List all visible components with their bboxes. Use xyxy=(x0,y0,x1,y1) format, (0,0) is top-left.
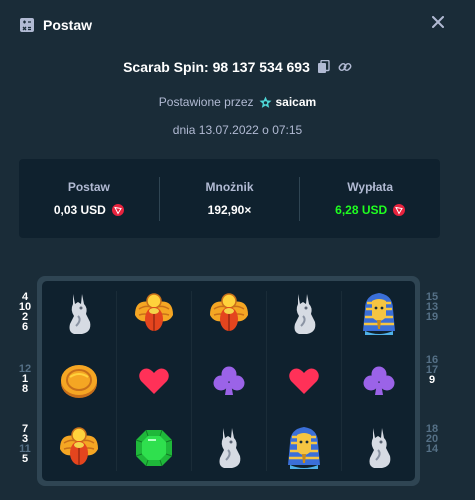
payline-number: 14 xyxy=(425,443,439,455)
club-icon xyxy=(213,366,245,395)
symbol-cell xyxy=(49,355,109,407)
payline-number: 9 xyxy=(428,374,436,386)
anubis-icon xyxy=(369,428,391,468)
anubis-icon xyxy=(219,428,241,468)
symbol-cell xyxy=(49,422,109,474)
payline-number: 8 xyxy=(21,383,29,395)
symbol-cell xyxy=(199,288,259,340)
symbol-cell xyxy=(124,422,184,474)
stat-multiplier: Mnożnik 192,90× xyxy=(160,159,300,238)
stat-payout: Wypłata 6,28 USD xyxy=(300,159,440,238)
bet-id-row: Scarab Spin: 98 137 534 693 xyxy=(0,57,475,77)
modal-title: Postaw xyxy=(43,17,93,33)
reel-grid xyxy=(42,281,415,481)
payline-number: 6 xyxy=(21,321,29,333)
bet-id: Scarab Spin: 98 137 534 693 xyxy=(123,59,310,75)
gold-coin-icon xyxy=(61,365,97,398)
reel-divider xyxy=(191,291,192,471)
symbol-cell xyxy=(349,288,409,340)
copy-icon[interactable] xyxy=(317,60,331,74)
close-button[interactable] xyxy=(427,13,449,35)
payline-numbers-left-row2: 12 1 8 xyxy=(16,364,34,395)
payline-number: 5 xyxy=(21,453,29,465)
payout-value: 6,28 USD xyxy=(335,203,406,217)
bet-slip-icon xyxy=(19,17,35,33)
bet-date: dnia 13.07.2022 o 07:15 xyxy=(172,123,303,137)
symbol-cell xyxy=(274,288,334,340)
bet-amount-text: 0,03 USD xyxy=(53,203,106,217)
symbol-cell xyxy=(199,422,259,474)
bet-stats-panel: Postaw 0,03 USD Mnożnik 192,90× Wypłata … xyxy=(19,159,440,238)
reel-divider xyxy=(266,291,267,471)
symbol-cell xyxy=(274,355,334,407)
symbol-cell xyxy=(49,288,109,340)
multiplier-value: 192,90× xyxy=(207,203,252,217)
close-icon[interactable] xyxy=(432,15,444,33)
reel-divider xyxy=(341,291,342,471)
payline-numbers-right-row3: 18 20 14 xyxy=(423,424,441,455)
tron-coin-icon xyxy=(111,204,124,216)
tron-coin-icon xyxy=(393,204,406,216)
payout-label: Wypłata xyxy=(347,180,394,194)
username-link[interactable]: saicam xyxy=(276,95,317,109)
symbol-cell xyxy=(349,422,409,474)
symbol-cell xyxy=(349,355,409,407)
vip-star-icon xyxy=(259,96,272,109)
payline-numbers-left-row1: 4 10 2 6 xyxy=(16,292,34,333)
multiplier-label: Mnożnik xyxy=(205,180,254,194)
bet-amount-value: 0,03 USD xyxy=(54,203,124,217)
anubis-icon xyxy=(294,294,316,334)
club-icon xyxy=(363,366,395,395)
modal-header: Postaw xyxy=(0,0,475,50)
stat-bet: Postaw 0,03 USD xyxy=(19,159,159,238)
scarab-icon xyxy=(210,293,248,331)
placed-by-label: Postawione przez xyxy=(158,95,254,109)
reel-divider xyxy=(116,291,117,471)
symbol-cell xyxy=(199,355,259,407)
heart-icon xyxy=(289,368,319,394)
payout-amount-text: 6,28 USD xyxy=(335,203,388,217)
symbol-cell xyxy=(274,422,334,474)
bet-amount-label: Postaw xyxy=(67,180,110,194)
anubis-icon xyxy=(69,294,91,334)
payline-numbers-right-row2: 16 17 9 xyxy=(423,355,441,386)
symbol-cell xyxy=(124,355,184,407)
slot-board xyxy=(37,276,420,486)
pharaoh-icon xyxy=(363,293,395,335)
payline-numbers-right-row1: 15 13 19 xyxy=(423,292,441,323)
heart-icon xyxy=(139,368,169,394)
scarab-icon xyxy=(60,427,98,465)
emerald-icon xyxy=(135,429,173,467)
link-icon[interactable] xyxy=(338,60,352,74)
pharaoh-icon xyxy=(288,427,320,469)
symbol-cell xyxy=(124,288,184,340)
payline-numbers-left-row3: 7 3 11 5 xyxy=(16,424,34,465)
placed-by-row: Postawione przez saicam xyxy=(0,93,475,111)
scarab-icon xyxy=(135,293,173,331)
payline-number: 19 xyxy=(425,311,439,323)
